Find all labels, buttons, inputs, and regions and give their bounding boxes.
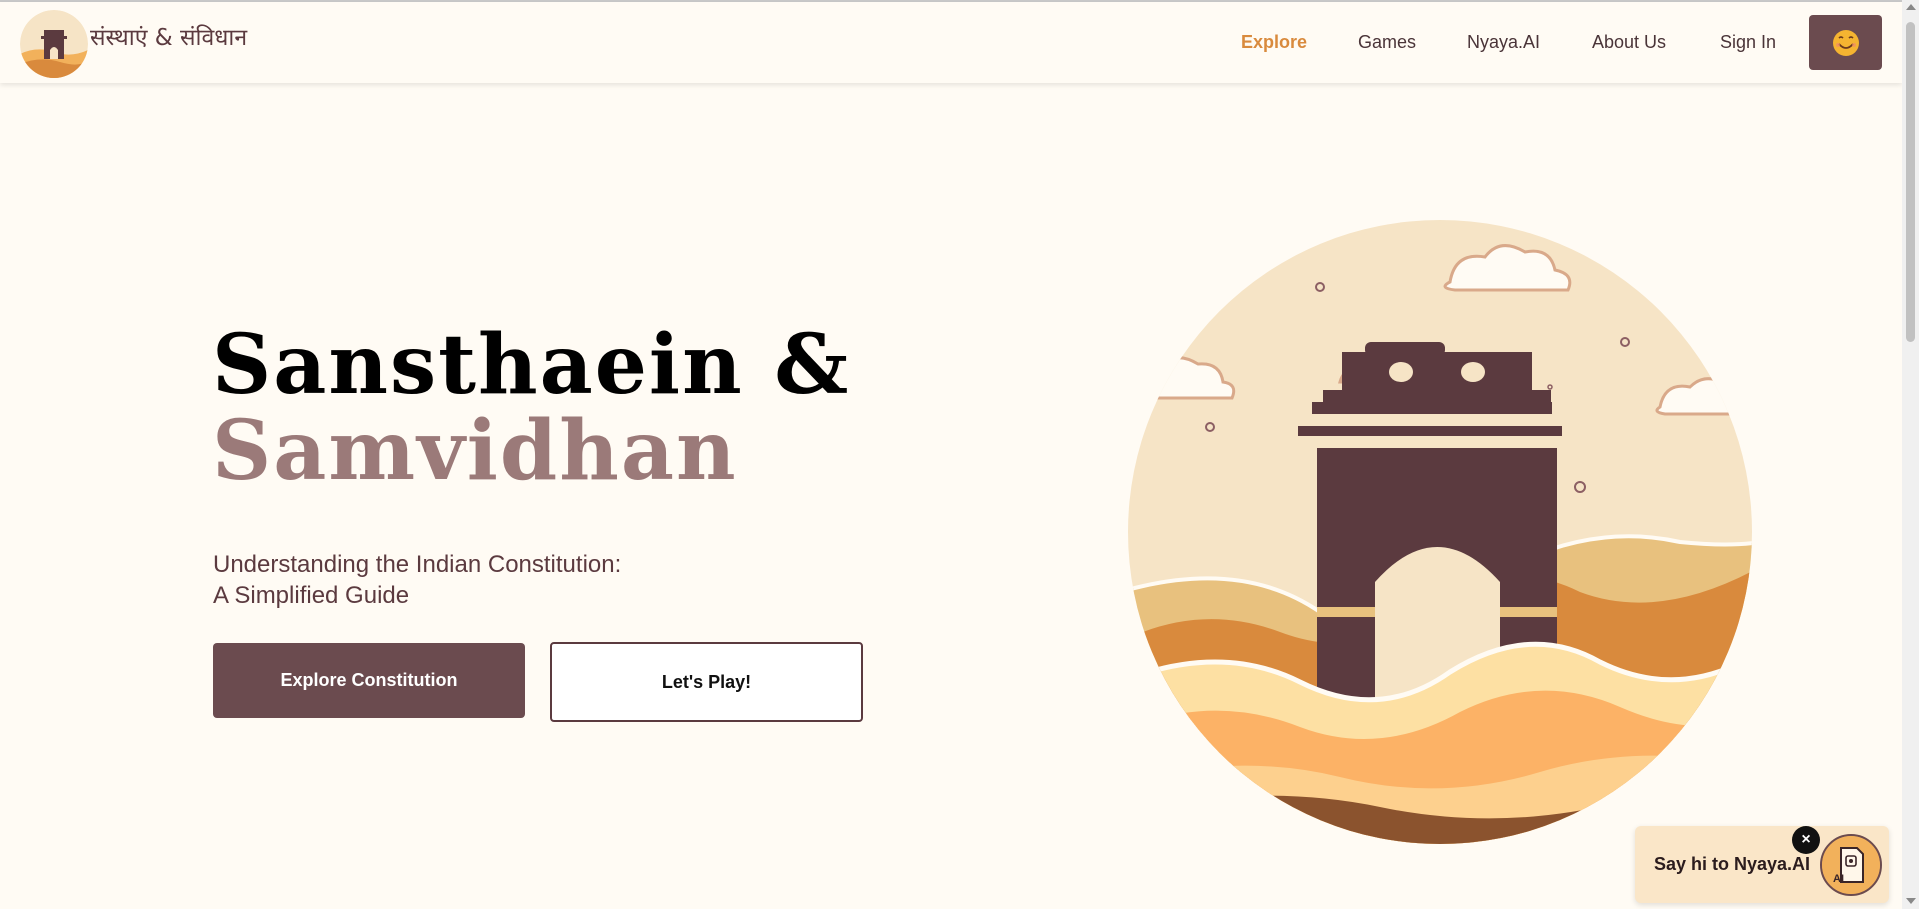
- smiley-face-icon: [1832, 29, 1859, 56]
- brand[interactable]: संस्थाएं & संविधान: [20, 10, 247, 78]
- nav-nyaya-ai[interactable]: Nyaya.AI: [1467, 32, 1540, 53]
- scroll-up-arrow-icon[interactable]: [1906, 4, 1916, 10]
- chat-widget[interactable]: Say hi to Nyaya.AI × AI: [1635, 826, 1889, 903]
- chat-avatar-label: AI: [1833, 873, 1844, 885]
- navbar: संस्थाएं & संविधान Explore Games Nyaya.A…: [0, 2, 1902, 83]
- hero-title-line-2: Samvidhan: [212, 403, 738, 499]
- ai-document-icon[interactable]: AI: [1820, 834, 1882, 896]
- hero-subtitle-line-1: Understanding the Indian Constitution:: [213, 551, 622, 578]
- hero-title: Sansthaein & Samvidhan: [212, 322, 850, 494]
- hero-subtitle: Understanding the Indian Constitution: A…: [213, 549, 621, 611]
- close-icon[interactable]: ×: [1792, 826, 1820, 854]
- india-gate-logo-icon: [20, 10, 88, 78]
- lets-play-button[interactable]: Let's Play!: [550, 642, 863, 722]
- profile-button[interactable]: [1809, 15, 1882, 70]
- brand-name: संस्थाएं & संविधान: [90, 25, 248, 51]
- hero-subtitle-line-2: A Simplified Guide: [213, 582, 410, 609]
- nav-games[interactable]: Games: [1358, 32, 1416, 53]
- chat-prompt[interactable]: Say hi to Nyaya.AI: [1654, 854, 1810, 875]
- scrollbar-thumb[interactable]: [1906, 22, 1915, 342]
- india-gate-illustration-icon: [1120, 212, 1760, 852]
- page-scrollbar[interactable]: [1902, 0, 1919, 909]
- scroll-down-arrow-icon[interactable]: [1906, 898, 1916, 904]
- nav-sign-in[interactable]: Sign In: [1720, 32, 1776, 53]
- explore-constitution-button[interactable]: Explore Constitution: [213, 643, 525, 718]
- hero-title-line-1: Sansthaein &: [212, 317, 851, 413]
- nav-explore[interactable]: Explore: [1241, 32, 1307, 53]
- nav-about-us[interactable]: About Us: [1592, 32, 1666, 53]
